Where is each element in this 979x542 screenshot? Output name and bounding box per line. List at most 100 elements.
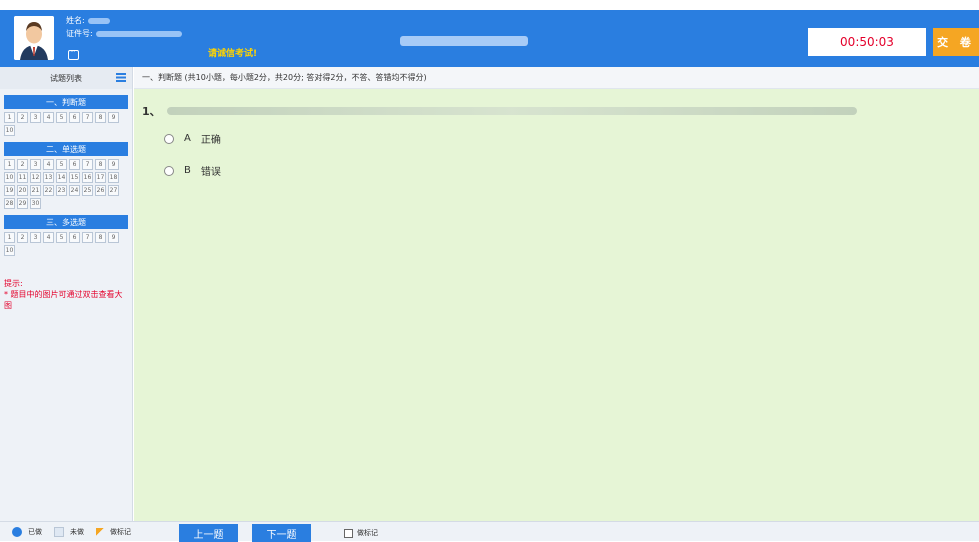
exam-title-redacted xyxy=(400,36,528,46)
section-title: 二、单选题 xyxy=(4,142,128,156)
legend-done-label: 已做 xyxy=(28,528,42,536)
question-number-button[interactable]: 27 xyxy=(108,185,119,196)
question-number-button[interactable]: 4 xyxy=(43,232,54,243)
question-content-area: 1、 A 正确 B 错误 xyxy=(134,89,979,521)
question-list-sidebar: 试题列表 一、判断题 1 2 3 4 5 6 7 8 9 10 二、单选题 1 2 3 4 5 6 7 8 9 10 11 1… xyxy=(0,67,133,521)
question-number-button[interactable]: 3 xyxy=(30,232,41,243)
question-number-button[interactable]: 4 xyxy=(43,112,54,123)
question-sections: 一、判断题 1 2 3 4 5 6 7 8 9 10 二、单选题 1 2 3 4 5 6 7 8 9 10 11 12 13 14… xyxy=(0,95,132,256)
option-b-letter: B xyxy=(184,165,191,176)
question-text-redacted xyxy=(166,107,857,115)
question-number-button[interactable]: 10 xyxy=(4,125,15,136)
legend-marked-label: 做标记 xyxy=(110,528,131,536)
mark-label: 做标记 xyxy=(357,529,378,537)
question-number-button[interactable]: 21 xyxy=(30,185,41,196)
question-type-bar: 一、判断题 (共10小题，每小题2分，共20分; 答对得2分，不答、答错均不得分… xyxy=(134,67,979,89)
question-number-grid: 1 2 3 4 5 6 7 8 9 10 xyxy=(0,112,132,136)
avatar-portrait-icon xyxy=(14,16,54,60)
status-legend: 已做 未做 做标记 xyxy=(12,527,131,537)
question-number-button[interactable]: 6 xyxy=(69,232,80,243)
question-number-button[interactable]: 5 xyxy=(56,112,67,123)
mark-question-toggle[interactable]: 做标记 xyxy=(344,528,378,538)
next-question-button[interactable]: 下一题 xyxy=(252,524,311,542)
question-number-button[interactable]: 22 xyxy=(43,185,54,196)
question-number-button[interactable]: 14 xyxy=(56,172,67,183)
question-number-button[interactable]: 7 xyxy=(82,159,93,170)
sidebar-title: 试题列表 xyxy=(50,73,82,83)
question-number-button[interactable]: 8 xyxy=(95,159,106,170)
exam-footer: 已做 未做 做标记 上一题 下一题 做标记 xyxy=(0,521,979,542)
marked-flag-icon xyxy=(96,528,104,536)
legend-undone-label: 未做 xyxy=(70,528,84,536)
tip-title: 提示: xyxy=(4,279,23,288)
option-b[interactable]: B 错误 xyxy=(164,163,221,178)
exam-header: 姓名: 证件号: 请诚信考试! 00:50:03 交 卷 xyxy=(0,10,979,67)
tip-box: 提示: * 题目中的图片可通过双击查看大图 xyxy=(4,278,128,311)
list-icon[interactable] xyxy=(116,73,126,82)
question-number-button[interactable]: 17 xyxy=(95,172,106,183)
question-number-button[interactable]: 9 xyxy=(108,232,119,243)
question-number-button[interactable]: 5 xyxy=(56,159,67,170)
top-strip xyxy=(0,0,979,10)
question-number-button[interactable]: 3 xyxy=(30,159,41,170)
id-label: 证件号: xyxy=(66,29,93,38)
question-number-button[interactable]: 29 xyxy=(17,198,28,209)
option-b-radio[interactable] xyxy=(164,165,174,176)
question-number-button[interactable]: 15 xyxy=(69,172,80,183)
question-number-button[interactable]: 23 xyxy=(56,185,67,196)
question-number-button[interactable]: 16 xyxy=(82,172,93,183)
integrity-notice: 请诚信考试! xyxy=(208,49,258,59)
question-number-button[interactable]: 8 xyxy=(95,112,106,123)
question-number-grid: 1 2 3 4 5 6 7 8 9 10 xyxy=(0,232,132,256)
candidate-avatar xyxy=(14,16,54,60)
question-number-button[interactable]: 18 xyxy=(108,172,119,183)
question-number-button[interactable]: 9 xyxy=(108,112,119,123)
question-number-button[interactable]: 2 xyxy=(17,232,28,243)
question-number-grid: 1 2 3 4 5 6 7 8 9 10 11 12 13 14 15 16 17 18 19 20 21 22 23 24 2… xyxy=(0,159,132,209)
countdown-timer: 00:50:03 xyxy=(808,28,926,56)
question-number-button[interactable]: 3 xyxy=(30,112,41,123)
sidebar-header: 试题列表 xyxy=(0,67,132,89)
question-stem: 1、 xyxy=(142,103,857,119)
question-number-button[interactable]: 19 xyxy=(4,185,15,196)
question-number-button[interactable]: 6 xyxy=(69,159,80,170)
question-number-button[interactable]: 24 xyxy=(69,185,80,196)
question-number-button[interactable]: 9 xyxy=(108,159,119,170)
question-number-button[interactable]: 20 xyxy=(17,185,28,196)
mark-checkbox[interactable] xyxy=(344,528,353,538)
question-number-button[interactable]: 8 xyxy=(95,232,106,243)
question-number-button[interactable]: 2 xyxy=(17,112,28,123)
question-number-button[interactable]: 10 xyxy=(4,172,15,183)
name-value-redacted xyxy=(87,17,110,24)
question-number-button[interactable]: 1 xyxy=(4,159,15,170)
submit-exam-button[interactable]: 交 卷 xyxy=(933,28,979,56)
question-number-button[interactable]: 1 xyxy=(4,112,15,123)
question-number-button[interactable]: 28 xyxy=(4,198,15,209)
answered-indicator-icon xyxy=(12,527,22,537)
id-value-redacted xyxy=(95,30,182,37)
question-number-button[interactable]: 7 xyxy=(82,112,93,123)
question-number-button[interactable]: 5 xyxy=(56,232,67,243)
question-number-button[interactable]: 30 xyxy=(30,198,41,209)
question-number-button[interactable]: 2 xyxy=(17,159,28,170)
tip-text: * 题目中的图片可通过双击查看大图 xyxy=(4,290,123,310)
question-number-button[interactable]: 10 xyxy=(4,245,15,256)
option-a-letter: A xyxy=(184,133,191,144)
name-label: 姓名: xyxy=(66,16,85,25)
question-number-button[interactable]: 6 xyxy=(69,112,80,123)
option-a-text: 正确 xyxy=(200,135,221,146)
previous-question-button[interactable]: 上一题 xyxy=(179,524,238,542)
message-icon[interactable] xyxy=(68,47,79,60)
question-number-button[interactable]: 4 xyxy=(43,159,54,170)
option-a[interactable]: A 正确 xyxy=(164,131,221,146)
question-number-button[interactable]: 12 xyxy=(30,172,41,183)
question-number-button[interactable]: 26 xyxy=(95,185,106,196)
option-a-radio[interactable] xyxy=(164,133,174,144)
question-number-button[interactable]: 25 xyxy=(82,185,93,196)
question-number-button[interactable]: 13 xyxy=(43,172,54,183)
question-number-button[interactable]: 7 xyxy=(82,232,93,243)
question-number-button[interactable]: 11 xyxy=(17,172,28,183)
question-number-button[interactable]: 1 xyxy=(4,232,15,243)
question-number: 1、 xyxy=(142,105,161,118)
unanswered-indicator-icon xyxy=(54,527,64,537)
